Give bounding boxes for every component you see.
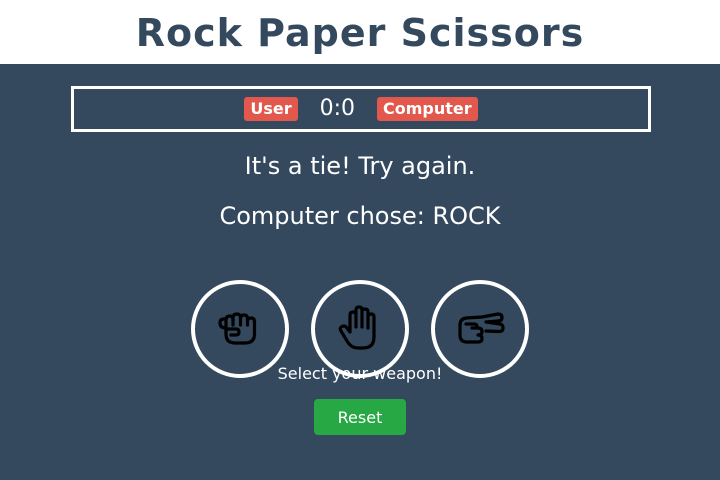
select-weapon-prompt: Select your weapon! [277, 364, 443, 383]
hand-rock-icon [218, 312, 257, 345]
score-display: 0:0 [319, 96, 356, 121]
game-area: User 0:0 Computer It's a tie! Try again.… [0, 64, 720, 480]
computer-choice-message: Computer chose: ROCK [219, 202, 501, 230]
hand-scissors-icon [458, 312, 505, 344]
result-message: It's a tie! Try again. [244, 152, 476, 180]
user-badge: User [244, 96, 298, 122]
hand-paper-icon [338, 305, 376, 350]
computer-badge: Computer [377, 96, 478, 122]
reset-button[interactable]: Reset [314, 399, 406, 435]
page-title: Rock Paper Scissors [135, 11, 585, 55]
header: Rock Paper Scissors [0, 0, 720, 64]
scoreboard: User 0:0 Computer [71, 86, 651, 132]
